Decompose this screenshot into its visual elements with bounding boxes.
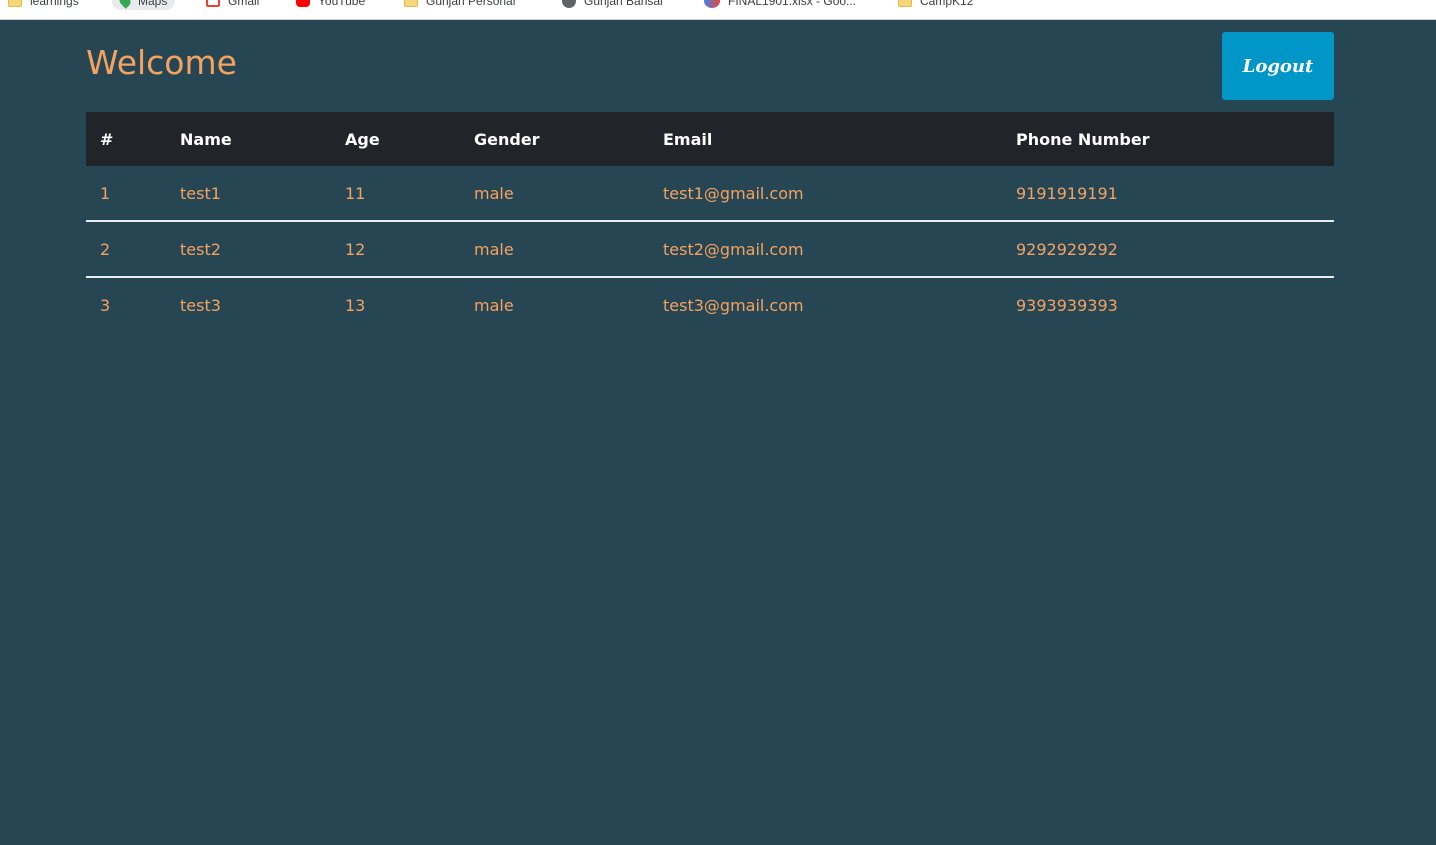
cell-gender: male <box>474 295 514 315</box>
column-header-name: Name <box>166 112 331 166</box>
cell-age: 12 <box>331 221 460 278</box>
page-title: Welcome <box>86 43 237 82</box>
column-header-index: # <box>86 112 166 166</box>
cell-email: test2@gmail.com <box>649 221 1002 278</box>
cell-gender: male <box>460 166 649 222</box>
column-header-gender: Gender <box>460 112 649 166</box>
cell-email: test1@gmail.com <box>649 166 1002 222</box>
bookmark-final-sheet[interactable]: FINAL1901.xlsx - Goo... <box>704 0 856 10</box>
cell-phone: 9292929292 <box>1002 221 1334 278</box>
cell-name: test1 <box>166 166 331 222</box>
folder-icon <box>8 0 22 7</box>
bookmark-label: CampK12 <box>920 0 974 8</box>
table-row: 2 test2 12 male test2@gmail.com 92929292… <box>86 221 1334 278</box>
column-header-email: Email <box>649 112 1002 166</box>
table-row: 3 test3 13 male test3@gmail.com 93939393… <box>86 277 1334 332</box>
users-table: # Name Age Gender Email Phone Number 1 t… <box>86 112 1334 332</box>
bookmark-youtube[interactable]: YouTube <box>296 0 365 10</box>
sheets-icon <box>704 0 720 8</box>
cell-index: 3 <box>100 295 111 315</box>
bookmark-learnings[interactable]: learnings <box>8 0 79 10</box>
cell-name: test3 <box>180 295 221 315</box>
logout-button[interactable]: Logout <box>1222 32 1334 100</box>
cell-email: test3@gmail.com <box>663 295 804 315</box>
globe-icon <box>562 0 576 8</box>
bookmark-label: FINAL1901.xlsx - Goo... <box>728 0 857 8</box>
cell-name: test2 <box>166 221 331 278</box>
column-header-age: Age <box>331 112 460 166</box>
bookmark-gunjan-bansal[interactable]: Gunjan Bansal <box>562 0 663 10</box>
bookmark-label: Maps <box>138 0 168 8</box>
cell-age: 13 <box>345 295 366 315</box>
bookmark-label: YouTube <box>318 0 366 8</box>
bookmark-label: Gunjan Personal <box>426 0 516 8</box>
bookmark-gmail[interactable]: Gmail <box>206 0 259 10</box>
cell-gender: male <box>460 221 649 278</box>
bookmark-campk12[interactable]: CampK12 <box>898 0 973 10</box>
bookmark-label: learnings <box>30 0 79 8</box>
table-row: 1 test1 11 male test1@gmail.com 91919191… <box>86 166 1334 222</box>
table-header-row: # Name Age Gender Email Phone Number <box>86 112 1334 166</box>
cell-index: 1 <box>86 166 166 222</box>
folder-icon <box>898 0 912 7</box>
column-header-phone: Phone Number <box>1002 112 1334 166</box>
bookmark-label: Gmail <box>228 0 260 8</box>
cell-phone: 9393939393 <box>1016 295 1118 315</box>
cell-index: 2 <box>86 221 166 278</box>
bookmarks-bar: learnings Maps Gmail YouTube Gunjan Pers… <box>0 0 1436 20</box>
cell-phone: 9191919191 <box>1002 166 1334 222</box>
youtube-icon <box>296 0 310 7</box>
maps-icon <box>117 0 133 9</box>
cell-age: 11 <box>331 166 460 222</box>
bookmark-label: Gunjan Bansal <box>584 0 663 8</box>
folder-icon <box>404 0 418 7</box>
bookmark-maps[interactable]: Maps <box>112 0 176 10</box>
gmail-icon <box>206 0 220 7</box>
bookmark-gunjan-personal[interactable]: Gunjan Personal <box>404 0 515 10</box>
